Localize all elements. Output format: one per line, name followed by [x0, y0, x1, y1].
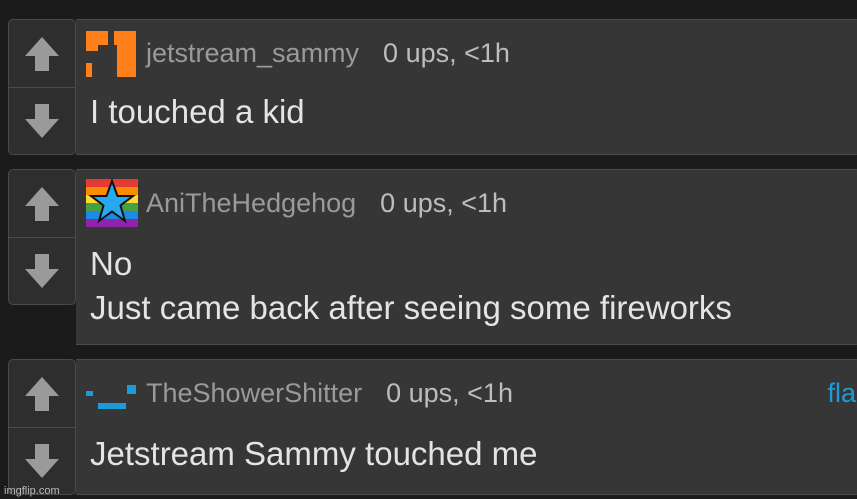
username[interactable]: jetstream_sammy [146, 38, 359, 69]
arrow-up-icon [25, 376, 59, 411]
arrow-up-icon [25, 36, 59, 71]
arrow-up-icon [25, 186, 59, 221]
comment-body: jetstream_sammy 0 ups, <1h I touched a k… [76, 19, 857, 155]
vote-box [8, 169, 76, 305]
downvote-button[interactable] [9, 87, 75, 154]
arrow-down-icon [25, 253, 59, 288]
comment-1: jetstream_sammy 0 ups, <1h I touched a k… [8, 19, 857, 155]
watermark: imgflip.com [4, 485, 60, 497]
comment-text-line: Just came back after seeing some firewor… [90, 289, 732, 326]
downvote-button[interactable] [9, 237, 75, 304]
comment-body: AniTheHedgehog 0 ups, <1h No Just came b… [76, 169, 857, 345]
comment-2: AniTheHedgehog 0 ups, <1h No Just came b… [8, 169, 857, 345]
comment-text-line: No [90, 245, 133, 282]
vote-box [8, 19, 76, 155]
username[interactable]: TheShowerShitter [146, 378, 362, 409]
comment-text-line: Jetstream Sammy touched me [90, 435, 538, 472]
comment-meta: jetstream_sammy 0 ups, <1h [86, 26, 850, 80]
upvote-button[interactable] [9, 360, 75, 428]
comment-body: TheShowerShitter 0 ups, <1h fla Jetstrea… [76, 359, 857, 495]
comment-3: TheShowerShitter 0 ups, <1h fla Jetstrea… [8, 359, 857, 495]
comment-meta: AniTheHedgehog 0 ups, <1h [86, 176, 850, 230]
upvote-button[interactable] [9, 170, 75, 238]
flag-link[interactable]: fla [827, 378, 856, 409]
vote-box [8, 359, 76, 495]
comment-meta: TheShowerShitter 0 ups, <1h fla [86, 366, 856, 420]
points-time: 0 ups, <1h [380, 187, 508, 218]
blue-shapes-icon[interactable] [86, 367, 138, 419]
upvote-button[interactable] [9, 20, 75, 88]
comment-text-line: I touched a kid [90, 93, 305, 130]
downvote-button[interactable] [9, 427, 75, 494]
arrow-down-icon [25, 103, 59, 138]
orange-blocks-icon[interactable] [86, 27, 138, 79]
arrow-down-icon [25, 443, 59, 478]
points-time: 0 ups, <1h [386, 377, 513, 408]
username[interactable]: AniTheHedgehog [146, 188, 356, 219]
points-time: 0 ups, <1h [383, 37, 510, 68]
rainbow-star-icon[interactable] [86, 177, 138, 229]
